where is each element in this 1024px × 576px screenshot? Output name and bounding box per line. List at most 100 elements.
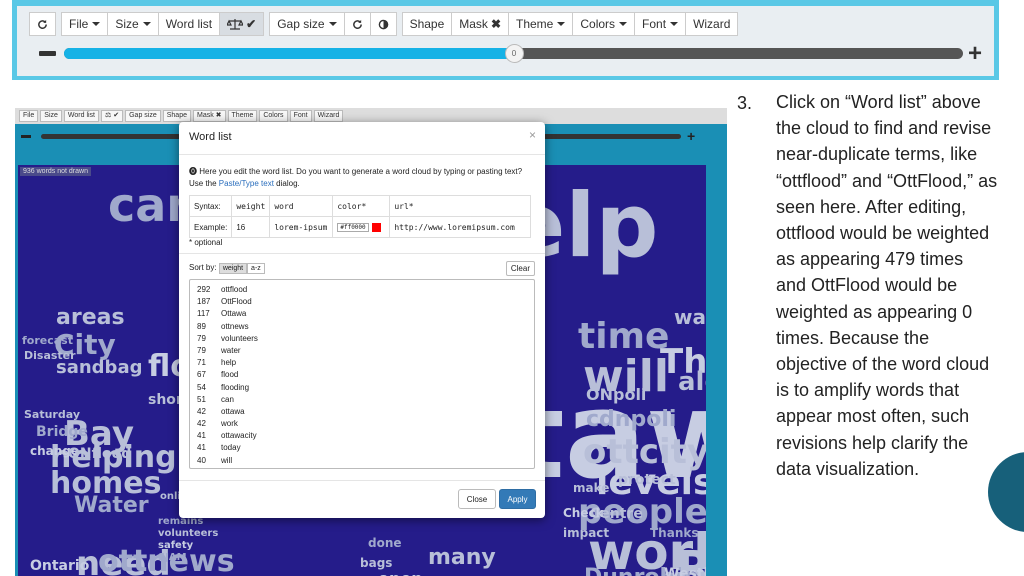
gap-size-menu-button[interactable]: Gap size xyxy=(269,12,345,36)
wizard-button[interactable]: Wizard xyxy=(685,12,739,36)
size-menu-button[interactable]: Size xyxy=(107,12,159,36)
cloud-word: Disaster xyxy=(24,349,76,362)
mask-label: Mask xyxy=(459,17,488,31)
divider xyxy=(179,480,545,481)
font-menu-button[interactable]: Font xyxy=(634,12,687,36)
slider-fill xyxy=(64,48,514,59)
entry-weight: 42 xyxy=(197,406,206,416)
file-menu-button[interactable]: File xyxy=(61,12,109,36)
cloud-word: ONflood xyxy=(68,446,132,462)
word-list-entry: 117 Ottawa xyxy=(197,308,527,320)
mini-toolbar-item: Wizard xyxy=(313,110,344,122)
entry-weight: 51 xyxy=(197,394,206,404)
words-not-drawn-notice: 936 words not drawn xyxy=(20,167,91,176)
balance-toggle-button[interactable]: ✔ xyxy=(219,12,265,36)
example-weight: 16 xyxy=(231,216,271,238)
entry-word: help xyxy=(221,358,237,368)
entry-weight: 67 xyxy=(197,370,206,380)
word-list-textarea[interactable]: 292 ottflood 187 OttFlood 117 Ottawa 89 ottnews… xyxy=(189,279,535,469)
example-color: #ff0000 xyxy=(332,216,391,238)
chevron-down-icon xyxy=(142,22,151,26)
divider xyxy=(179,154,545,155)
entry-word: will xyxy=(221,455,233,465)
word-list-entry: 71 help xyxy=(197,357,527,369)
cloud-word: ONpoli xyxy=(586,385,647,404)
cloud-word: ottnews xyxy=(98,544,235,576)
paste-type-text-link[interactable]: Paste/Type text xyxy=(219,179,274,188)
mini-toolbar-item: Colors xyxy=(259,110,288,122)
word-list-entry: 187 OttFlood xyxy=(197,296,527,308)
entry-weight: 187 xyxy=(197,297,211,307)
slider-handle[interactable]: 0 xyxy=(504,44,524,63)
col-word: word xyxy=(269,195,334,217)
refresh-layout-button[interactable] xyxy=(343,12,371,36)
chevron-down-icon xyxy=(619,22,628,26)
clear-button[interactable]: Clear xyxy=(505,261,535,276)
col-weight: weight xyxy=(231,195,271,217)
chevron-down-icon xyxy=(557,22,566,26)
colors-menu-button[interactable]: Colors xyxy=(572,12,636,36)
apply-button[interactable]: Apply xyxy=(499,489,536,509)
balance-icon xyxy=(227,19,244,30)
mini-toolbar-item: Theme xyxy=(227,110,258,122)
word-list-entry: 89 ottnews xyxy=(197,321,527,333)
word-list-entry: 41 today xyxy=(197,442,527,454)
cloud-word: waters xyxy=(674,305,706,329)
word-list-entry: 79 volunteers xyxy=(197,333,527,345)
mini-toolbar-item: Mask ✖ xyxy=(192,110,226,122)
entry-word: ottflood xyxy=(221,285,248,294)
word-list-entry: 79 water xyxy=(197,345,527,357)
cloud-word: volunteers xyxy=(158,528,219,539)
word-list-entry: 67 flood xyxy=(197,369,527,381)
file-label: File xyxy=(69,17,89,31)
example-url: http://www.loremipsum.com xyxy=(389,216,532,238)
mini-toolbar-item: Size xyxy=(40,110,62,122)
cloud-word: make xyxy=(573,481,610,495)
close-icon[interactable]: × xyxy=(529,128,536,142)
step-number: 3. xyxy=(737,93,753,113)
cloud-word: impact xyxy=(563,526,610,540)
theme-menu-button[interactable]: Theme xyxy=(508,12,574,36)
cloud-word: cdnpoli xyxy=(586,407,677,432)
entry-word: flood xyxy=(221,370,239,380)
mini-toolbar-item: Gap size xyxy=(125,110,161,122)
mini-slider-minus xyxy=(21,135,31,138)
cloud-word: Thanks xyxy=(650,526,699,540)
info-icon: ⓿ xyxy=(189,167,200,176)
contrast-button[interactable] xyxy=(369,12,397,36)
word-list-entry: 42 ottawa xyxy=(197,406,527,418)
shape-button[interactable]: Shape xyxy=(401,12,453,36)
cloud-word: protect xyxy=(618,472,676,488)
slider-decrease-button[interactable] xyxy=(39,51,56,56)
entry-word: ottawacity xyxy=(221,431,257,441)
close-icon: ✖ xyxy=(490,17,501,31)
refresh-button[interactable] xyxy=(29,12,56,36)
chevron-down-icon xyxy=(670,22,679,26)
word-list-button[interactable]: Word list xyxy=(157,12,221,36)
entry-weight: 117 xyxy=(197,309,210,319)
close-button[interactable]: Close xyxy=(458,489,496,509)
sort-weight-button[interactable]: weight xyxy=(218,263,248,274)
word-list-entry: 42 work xyxy=(197,418,527,430)
info-suffix: dialog. xyxy=(273,179,300,188)
cloud-word: Check xyxy=(563,506,604,520)
step-text: Click on “Word list” above the cloud to … xyxy=(776,92,998,479)
shape-label: Shape xyxy=(409,17,445,31)
slider-increase-button[interactable]: + xyxy=(968,42,982,66)
cloud-word: Ontario xyxy=(30,558,90,574)
cloud-word: Westboro xyxy=(664,566,706,576)
cloud-word: forecast xyxy=(22,334,73,347)
main-toolbar: File Size Word list ✔ Gap size Shape Mas… xyxy=(29,12,743,38)
syntax-label: Syntax: xyxy=(188,195,233,217)
word-list-entry: 41 ottawacity xyxy=(197,430,527,442)
chevron-down-icon xyxy=(92,22,101,26)
entry-word: ottnews xyxy=(221,321,249,331)
wizard-label: Wizard xyxy=(693,17,731,31)
colors-label: Colors xyxy=(580,17,616,31)
example-color-value: #ff0000 xyxy=(337,223,369,233)
cloud-word: along xyxy=(678,367,706,397)
sort-az-button[interactable]: a-z xyxy=(247,263,265,274)
entry-word: Ottawa xyxy=(221,309,247,319)
mask-button[interactable]: Mask ✖ xyxy=(451,12,509,36)
cloud-word: done xyxy=(368,536,402,550)
